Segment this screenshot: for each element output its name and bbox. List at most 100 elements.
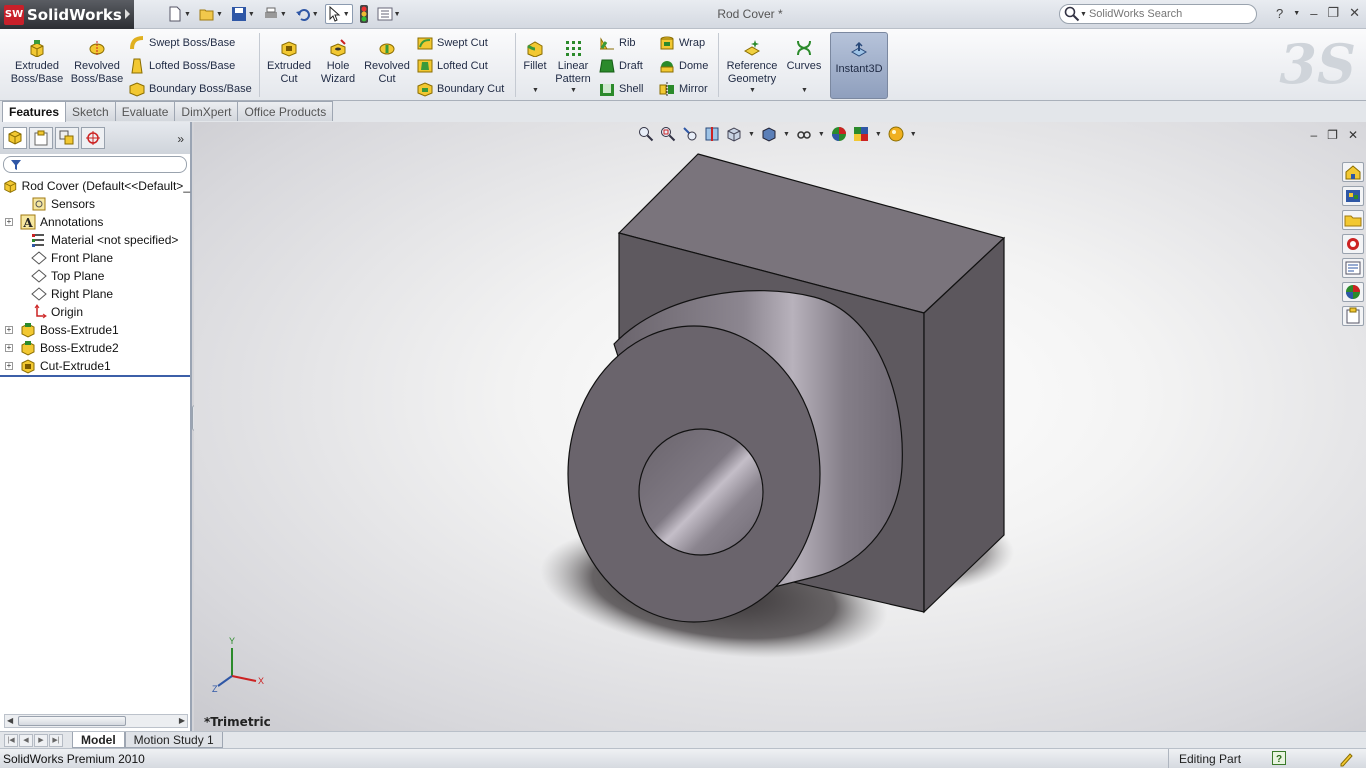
help-chevron-icon[interactable]: ▼ xyxy=(1293,10,1300,17)
tab-dimxpert[interactable]: DimXpert xyxy=(174,101,239,121)
revolved-cut-button[interactable]: Revolved Cut xyxy=(362,29,412,86)
new-document-button[interactable]: ▼ xyxy=(165,4,193,24)
scroll-left-icon[interactable]: ◀ xyxy=(7,716,13,725)
curves-chevron-icon[interactable]: ▼ xyxy=(801,87,808,94)
revolved-boss-button[interactable]: Revolved Boss/Base xyxy=(70,29,124,86)
fillet-label: Fillet xyxy=(523,60,547,72)
plane-icon xyxy=(31,251,47,265)
instant3d-label: Instant3D xyxy=(835,63,883,75)
tree-item-material[interactable]: Material <not specified> xyxy=(0,231,190,249)
property-manager-tab[interactable] xyxy=(29,127,53,149)
annotations-icon: A xyxy=(20,214,36,230)
expand-plus-icon[interactable]: + xyxy=(5,344,13,352)
configuration-manager-tab[interactable] xyxy=(55,127,79,149)
expand-plus-icon[interactable]: + xyxy=(5,326,13,334)
close-button[interactable]: ✕ xyxy=(1349,5,1360,21)
tree-item-origin[interactable]: Origin xyxy=(0,303,190,321)
extruded-cut-button[interactable]: Extruded Cut xyxy=(263,29,315,86)
tree-item-front-plane[interactable]: Front Plane xyxy=(0,249,190,267)
reference-geometry-chevron-icon[interactable]: ▼ xyxy=(749,87,756,94)
next-tab-icon[interactable]: ▶ xyxy=(34,733,48,747)
tree-filter[interactable] xyxy=(3,156,187,173)
select-button[interactable]: ▼ xyxy=(324,4,353,24)
scroll-thumb[interactable] xyxy=(18,716,126,726)
swept-boss-button[interactable]: Swept Boss/Base xyxy=(129,33,235,53)
linear-pattern-chevron-icon[interactable]: ▼ xyxy=(570,87,577,94)
last-tab-icon[interactable]: ▶| xyxy=(49,733,63,747)
tree-item-annotations[interactable]: + A Annotations xyxy=(0,213,190,231)
tab-model[interactable]: Model xyxy=(72,732,125,748)
first-tab-icon[interactable]: |◀ xyxy=(4,733,18,747)
minimize-button[interactable]: – xyxy=(1310,6,1317,21)
tree-item-cut-extrude1[interactable]: + Cut-Extrude1 xyxy=(0,357,190,375)
extruded-boss-label: Extruded Boss/Base xyxy=(10,60,64,85)
axis-y-label: Y xyxy=(229,636,235,646)
restore-button[interactable]: ❐ xyxy=(1327,5,1339,21)
reference-geometry-button[interactable]: Reference Geometry xyxy=(722,29,782,86)
rebuild-button[interactable] xyxy=(357,4,371,24)
rebuild-status-icon[interactable] xyxy=(1338,751,1354,767)
linear-pattern-button[interactable]: Linear Pattern xyxy=(553,29,593,86)
search-options-chevron-icon[interactable]: ▼ xyxy=(1080,11,1087,18)
shell-button[interactable]: Shell xyxy=(599,79,643,99)
hole-wizard-button[interactable]: Hole Wizard xyxy=(316,29,360,86)
tree-item-boss-extrude2[interactable]: + Boss-Extrude2 xyxy=(0,339,190,357)
rollback-bar[interactable] xyxy=(0,375,190,377)
expand-plus-icon[interactable]: + xyxy=(5,218,13,226)
draft-button[interactable]: Draft xyxy=(599,56,643,76)
tree-item-sensors[interactable]: Sensors xyxy=(0,195,190,213)
graphics-area[interactable]: ▼ ▼ ▼ ▼ ▼ – ❐ ✕ Y X Z *Trimetric xyxy=(194,122,1366,731)
rod-cover-model[interactable] xyxy=(194,122,1366,731)
dimxpert-manager-tab[interactable] xyxy=(81,127,105,149)
fillet-chevron-icon[interactable]: ▼ xyxy=(532,87,539,94)
open-button[interactable]: ▼ xyxy=(197,4,225,24)
tree-item-top-plane[interactable]: Top Plane xyxy=(0,267,190,285)
dome-button[interactable]: Dome xyxy=(659,56,708,76)
feature-manager-tab[interactable] xyxy=(3,127,27,149)
swept-cut-button[interactable]: Swept Cut xyxy=(417,33,488,53)
boundary-boss-label: Boundary Boss/Base xyxy=(149,83,252,95)
rib-button[interactable]: Rib xyxy=(599,33,636,53)
tree-item-boss-extrude1[interactable]: + Boss-Extrude1 xyxy=(0,321,190,339)
help-button[interactable]: ? xyxy=(1276,6,1283,21)
draft-icon xyxy=(599,59,615,73)
boundary-boss-button[interactable]: Boundary Boss/Base xyxy=(129,79,252,99)
tab-sketch[interactable]: Sketch xyxy=(65,101,116,121)
tab-evaluate[interactable]: Evaluate xyxy=(114,101,176,121)
tree-root[interactable]: Rod Cover (Default<<Default>_ xyxy=(0,177,190,195)
solidworks-menu-button[interactable]: SW SolidWorks xyxy=(0,0,134,29)
curves-button[interactable]: Curves xyxy=(784,29,824,73)
undo-button[interactable]: ▼ xyxy=(293,4,321,24)
lofted-boss-button[interactable]: Lofted Boss/Base xyxy=(129,56,235,76)
chevron-down-icon: ▼ xyxy=(279,10,287,18)
expand-plus-icon[interactable]: + xyxy=(5,362,13,370)
tab-motion-study-1[interactable]: Motion Study 1 xyxy=(124,732,223,748)
search-input[interactable] xyxy=(1088,8,1254,20)
options-button[interactable]: ▼ xyxy=(375,4,403,24)
help-icon[interactable]: ? xyxy=(1272,751,1286,765)
shell-label: Shell xyxy=(619,83,644,95)
extruded-boss-button[interactable]: Extruded Boss/Base xyxy=(8,29,66,86)
save-icon xyxy=(231,7,246,21)
save-button[interactable]: ▼ xyxy=(229,4,257,24)
lofted-boss-icon xyxy=(131,58,143,74)
command-manager-ribbon: Extruded Boss/Base Revolved Boss/Base Sw… xyxy=(0,29,1366,101)
search-box[interactable]: ▼ xyxy=(1059,4,1257,24)
boundary-cut-button[interactable]: Boundary Cut xyxy=(417,79,504,99)
tree-item-right-plane[interactable]: Right Plane xyxy=(0,285,190,303)
fillet-button[interactable]: Fillet xyxy=(519,29,551,73)
print-button[interactable]: ▼ xyxy=(261,4,289,24)
mirror-button[interactable]: Mirror xyxy=(659,79,708,99)
svg-text:A: A xyxy=(22,216,33,230)
tree-item-label: Origin xyxy=(51,305,84,319)
wrap-button[interactable]: Wrap xyxy=(659,33,705,53)
instant3d-button[interactable]: Instant3D xyxy=(830,32,888,99)
prev-tab-icon[interactable]: ◀ xyxy=(19,733,33,747)
lofted-cut-button[interactable]: Lofted Cut xyxy=(417,56,488,76)
expand-panel-icon[interactable]: » xyxy=(177,132,184,146)
chevron-down-icon: ▼ xyxy=(184,10,191,18)
scroll-right-icon[interactable]: ▶ xyxy=(179,716,185,725)
tab-office-products[interactable]: Office Products xyxy=(237,101,334,121)
horizontal-scrollbar[interactable]: ◀ ▶ xyxy=(4,714,188,728)
tab-features[interactable]: Features xyxy=(2,101,67,122)
